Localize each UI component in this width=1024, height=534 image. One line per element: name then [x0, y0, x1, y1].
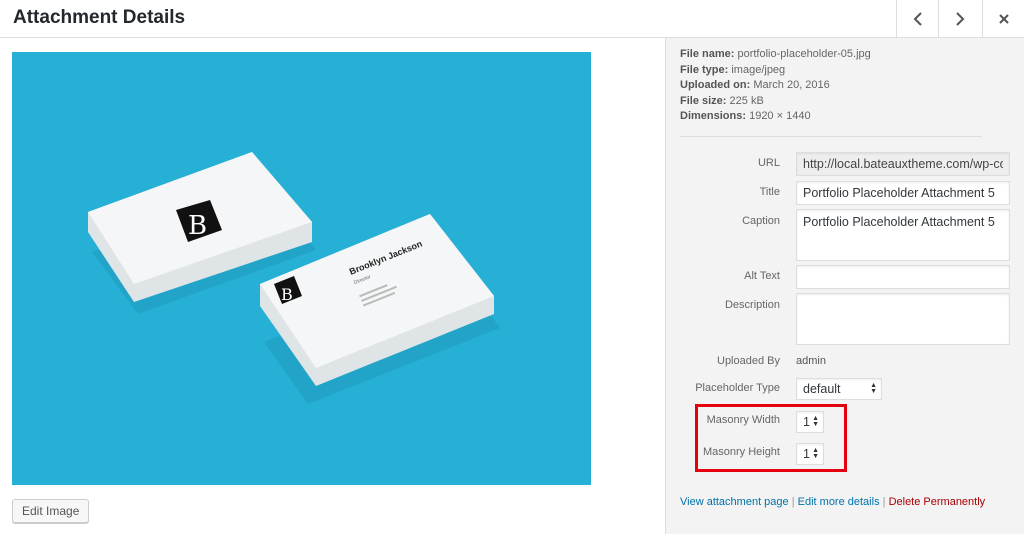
highlight-box — [695, 404, 847, 472]
next-button[interactable] — [938, 0, 980, 37]
attachment-details-sidebar: File name: portfolio-placeholder-05.jpg … — [665, 38, 1024, 534]
chevron-left-icon — [913, 11, 922, 26]
file-size: 225 kB — [729, 94, 764, 107]
file-info: File name: portfolio-placeholder-05.jpg … — [680, 47, 982, 125]
file-type-label: File type: — [680, 63, 729, 76]
placeholder-type-select[interactable]: default ▲ ▼ — [796, 378, 882, 400]
uploaded-by-label: Uploaded By — [717, 355, 780, 367]
placeholder-type-label: Placeholder Type — [695, 382, 780, 394]
svg-text:B: B — [281, 285, 293, 304]
alt-text-label: Alt Text — [744, 270, 780, 282]
media-preview-area: B B Brooklyn Jackson Director Edit Image — [0, 38, 665, 534]
previous-button[interactable] — [896, 0, 938, 37]
url-label: URL — [757, 157, 780, 169]
business-cards-image: B B Brooklyn Jackson Director — [12, 52, 591, 485]
attachment-image: B B Brooklyn Jackson Director — [12, 52, 591, 485]
select-arrows-icon: ▲ ▼ — [870, 382, 877, 395]
file-name-label: File name: — [680, 48, 735, 60]
uploaded-by-value: admin — [796, 355, 826, 367]
close-icon — [998, 13, 1009, 24]
caption-label: Caption — [742, 215, 780, 227]
edit-more-details-link[interactable]: Edit more details — [798, 496, 880, 508]
view-attachment-page-link[interactable]: View attachment page — [680, 496, 789, 508]
attachment-actions: View attachment page | Edit more details… — [680, 496, 985, 508]
file-name: portfolio-placeholder-05.jpg — [737, 48, 871, 60]
page-title: Attachment Details — [13, 7, 186, 28]
chevron-right-icon — [955, 11, 964, 26]
title-field[interactable] — [796, 181, 1010, 205]
uploaded-on-label: Uploaded on: — [680, 79, 751, 91]
placeholder-type-value: default — [803, 382, 841, 396]
delete-permanently-link[interactable]: Delete Permanently — [889, 496, 986, 508]
modal-header: Attachment Details — [0, 0, 1024, 38]
uploaded-on: March 20, 2016 — [753, 79, 830, 91]
dimensions: 1920 × 1440 — [749, 110, 811, 122]
action-separator: | — [791, 496, 795, 508]
description-field[interactable] — [796, 293, 1010, 345]
svg-text:B: B — [188, 211, 207, 241]
divider — [680, 136, 982, 137]
url-field[interactable] — [796, 152, 1010, 176]
title-label: Title — [759, 186, 780, 198]
dimensions-label: Dimensions: — [680, 110, 747, 122]
file-type: image/jpeg — [731, 63, 786, 76]
caption-field[interactable]: Portfolio Placeholder Attachment 5 — [796, 209, 1010, 261]
close-button[interactable] — [982, 0, 1024, 37]
alt-text-field[interactable] — [796, 265, 1010, 289]
file-size-label: File size: — [680, 94, 727, 107]
edit-image-button[interactable]: Edit Image — [12, 499, 90, 523]
action-separator: | — [882, 496, 886, 508]
description-label: Description — [724, 299, 780, 311]
